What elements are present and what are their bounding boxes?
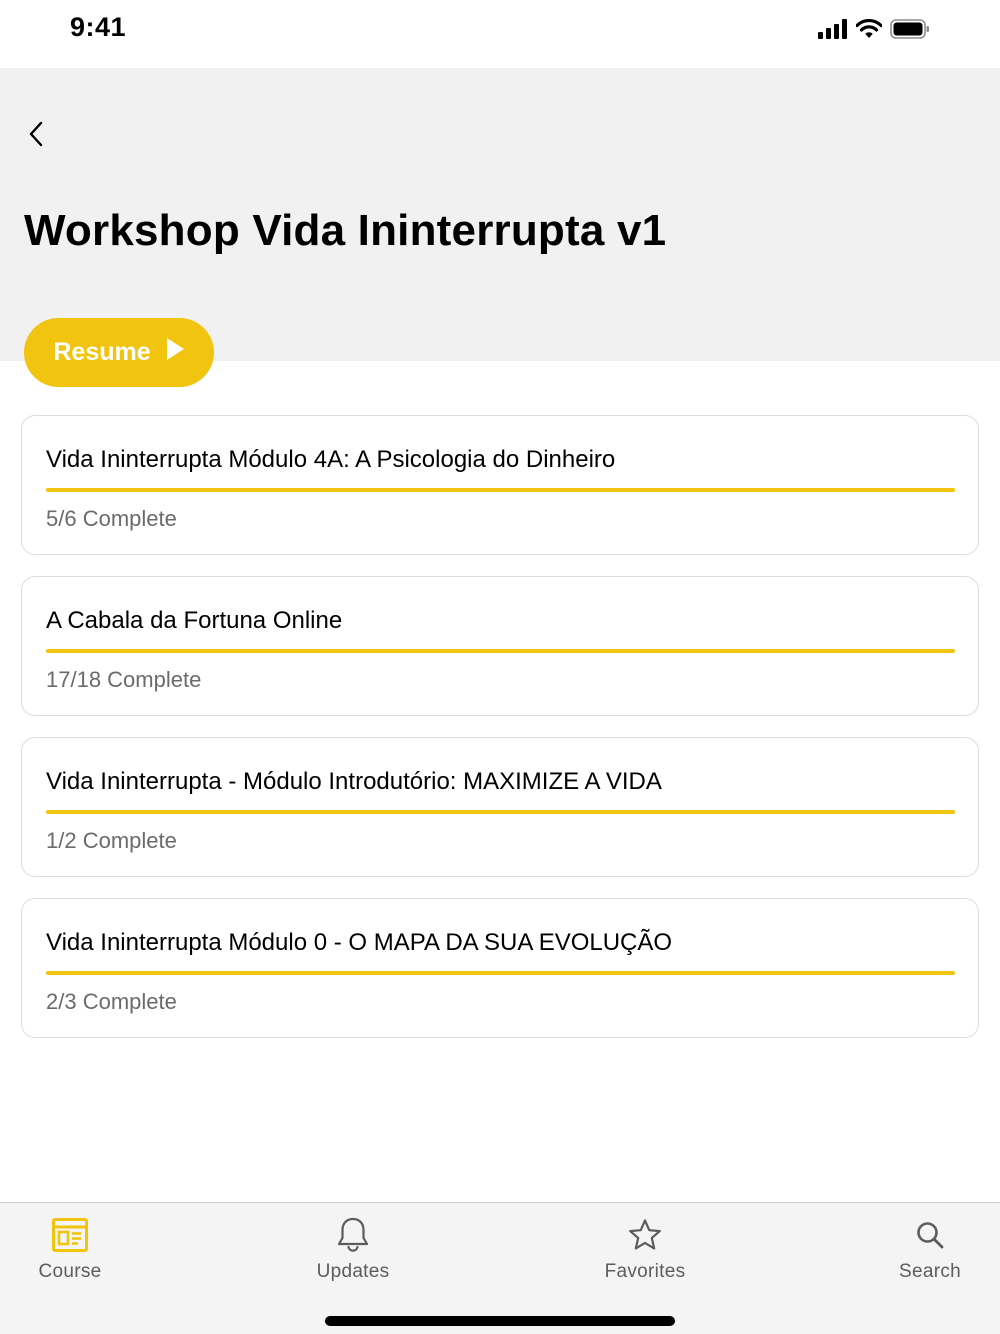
module-card[interactable]: A Cabala da Fortuna Online 17/18 Complet… [21, 576, 979, 716]
module-status: 17/18 Complete [46, 667, 202, 692]
module-progress-fill [46, 488, 955, 492]
module-title: A Cabala da Fortuna Online [46, 607, 343, 634]
status-icons [818, 18, 930, 44]
home-indicator [325, 1316, 675, 1326]
bell-icon [333, 1215, 373, 1255]
tab-bar: Course Updates Favorites Search [0, 1202, 1000, 1334]
tab-course[interactable]: Course [0, 1215, 140, 1287]
module-title: Vida Ininterrupta - Módulo Introdutório:… [46, 768, 662, 795]
tab-label: Search [898, 1261, 961, 1282]
module-status: 2/3 Complete [46, 989, 177, 1014]
app-screen: 9:41 Workshop Vida Ininterrupta v1 Resum… [0, 0, 1000, 1334]
module-status: 5/6 Complete [46, 506, 177, 531]
module-title: Vida Ininterrupta Módulo 4A: A Psicologi… [46, 446, 616, 473]
module-progress-fill [46, 810, 955, 814]
star-icon [625, 1215, 665, 1255]
resume-button[interactable]: Resume [24, 318, 214, 387]
tab-label: Course [38, 1261, 102, 1282]
module-progress-bar [46, 488, 955, 492]
play-icon [165, 337, 185, 368]
module-progress-bar [46, 810, 955, 814]
status-bar: 9:41 [0, 0, 1000, 68]
wifi-icon [855, 18, 883, 44]
search-icon [910, 1215, 950, 1255]
battery-icon [890, 18, 930, 44]
module-card[interactable]: Vida Ininterrupta - Módulo Introdutório:… [21, 737, 979, 877]
module-progress-bar [46, 971, 955, 975]
module-card[interactable]: Vida Ininterrupta Módulo 0 - O MAPA DA S… [21, 898, 979, 1038]
tab-label: Favorites [604, 1261, 686, 1282]
module-card[interactable]: Vida Ininterrupta Módulo 4A: A Psicologi… [21, 415, 979, 555]
course-icon [50, 1215, 90, 1255]
module-progress-fill [46, 971, 955, 975]
resume-label: Resume [53, 338, 151, 366]
tab-favorites[interactable]: Favorites [575, 1215, 715, 1287]
tab-label: Updates [316, 1261, 390, 1282]
status-time: 9:41 [70, 12, 127, 42]
module-status: 1/2 Complete [46, 828, 177, 853]
signal-icon [818, 18, 848, 44]
back-button[interactable] [18, 118, 54, 154]
module-title: Vida Ininterrupta Módulo 0 - O MAPA DA S… [46, 929, 673, 956]
module-progress-fill [46, 649, 955, 653]
page-title: Workshop Vida Ininterrupta v1 [24, 206, 667, 255]
tab-updates[interactable]: Updates [283, 1215, 423, 1287]
module-list: Vida Ininterrupta Módulo 4A: A Psicologi… [21, 415, 979, 1059]
tab-search[interactable]: Search [860, 1215, 1000, 1287]
module-progress-bar [46, 649, 955, 653]
chevron-left-icon [26, 120, 46, 153]
